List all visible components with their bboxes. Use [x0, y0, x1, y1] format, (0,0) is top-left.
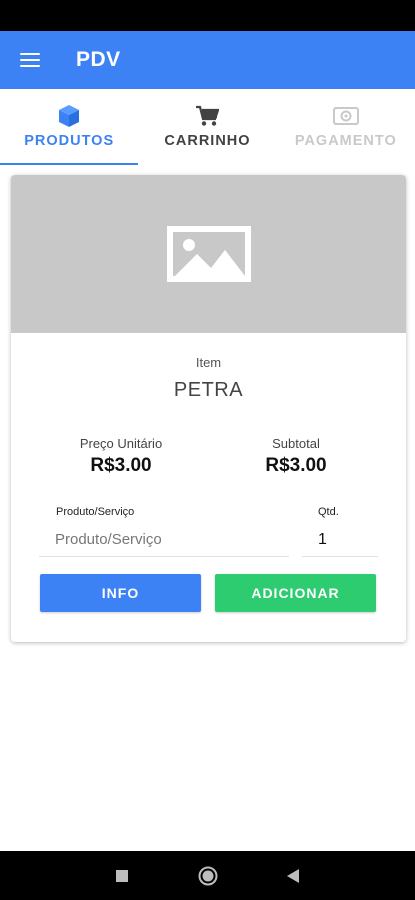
- subtotal-value: R$3.00: [265, 455, 327, 476]
- subtotal-label: Subtotal: [272, 436, 320, 451]
- menu-button[interactable]: [0, 31, 60, 89]
- cube-icon: [58, 103, 80, 129]
- status-bar: [0, 0, 415, 31]
- hamburger-menu-icon: [20, 53, 40, 67]
- tab-bar: PRODUTOS CARRINHO PAGAMENTO: [0, 89, 415, 165]
- recents-button[interactable]: [97, 851, 147, 900]
- system-nav-bar: [0, 851, 415, 900]
- tab-label: PRODUTOS: [24, 133, 115, 149]
- product-card: Item PETRA Preço Unitário R$3.00 Subtota…: [11, 175, 406, 642]
- tab-label: CARRINHO: [164, 133, 251, 149]
- tab-label: PAGAMENTO: [294, 133, 397, 149]
- product-service-input[interactable]: [39, 523, 289, 557]
- payment-icon: [332, 103, 359, 129]
- unit-price-label: Preço Unitário: [79, 436, 163, 451]
- unit-price-block: Preço Unitário R$3.00: [21, 436, 221, 477]
- product-image: [11, 175, 406, 333]
- square-recents-icon: [116, 869, 128, 882]
- cart-icon: [195, 103, 220, 129]
- unit-price-value: R$3.00: [90, 455, 152, 476]
- add-button[interactable]: ADICIONAR: [215, 574, 376, 612]
- tab-pagamento[interactable]: PAGAMENTO: [277, 89, 415, 165]
- product-field-label: Produto/Serviço: [56, 506, 135, 518]
- tab-produtos[interactable]: PRODUTOS: [0, 89, 139, 165]
- tab-carrinho[interactable]: CARRINHO: [138, 89, 276, 165]
- qty-field-label: Qtd.: [318, 506, 339, 518]
- circle-home-icon: [198, 866, 218, 885]
- app-bar: PDV: [0, 31, 415, 89]
- quantity-input[interactable]: [302, 523, 378, 557]
- image-placeholder-icon: [166, 226, 251, 282]
- item-caption: Item: [195, 355, 222, 370]
- back-button[interactable]: [268, 851, 318, 900]
- info-button[interactable]: INFO: [40, 574, 201, 612]
- home-button[interactable]: [183, 851, 233, 900]
- subtotal-block: Subtotal R$3.00: [196, 436, 396, 477]
- item-name: PETRA: [173, 379, 244, 401]
- triangle-back-icon: [287, 868, 299, 883]
- app-title: PDV: [76, 48, 121, 71]
